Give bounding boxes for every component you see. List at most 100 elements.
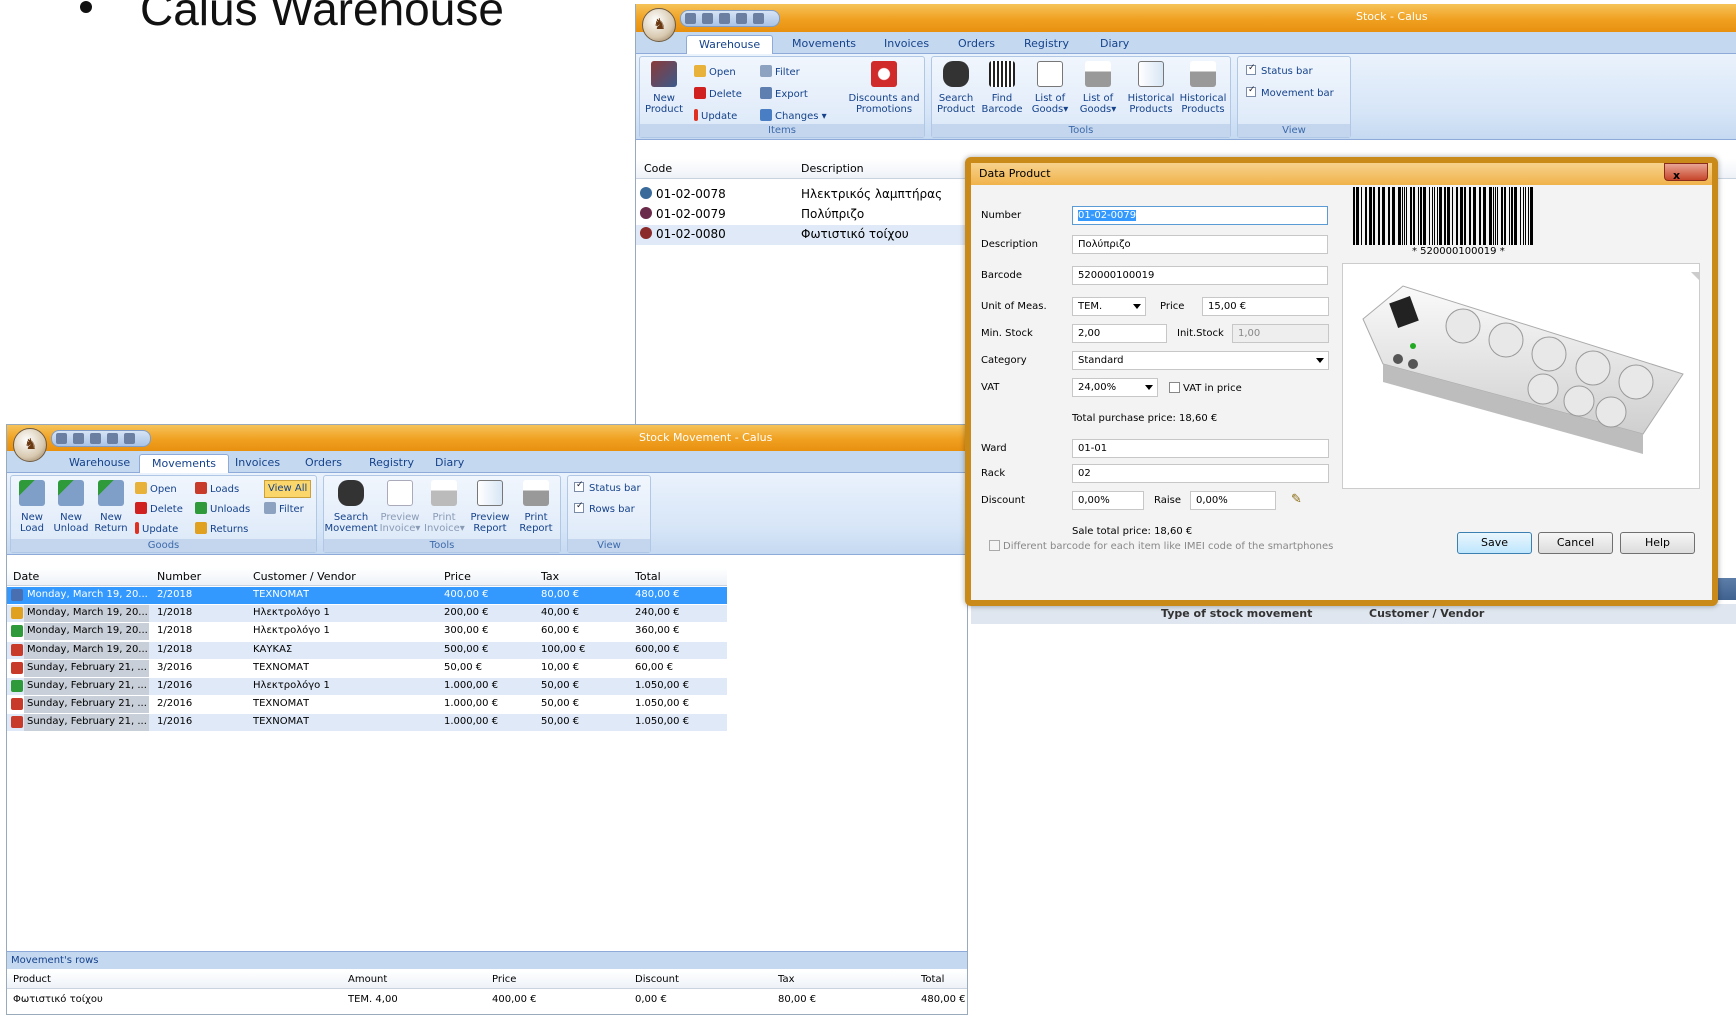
column-discount[interactable]: Discount: [635, 974, 679, 985]
table-row[interactable]: Monday, March 19, 20... 1/2018 Ηλεκτρολόγο…: [7, 605, 727, 623]
delete-button[interactable]: Delete: [694, 87, 742, 102]
quick-access-toolbar[interactable]: [51, 430, 151, 447]
raise-field[interactable]: 0,00%: [1190, 491, 1276, 510]
unloads-button[interactable]: Unloads: [195, 502, 250, 517]
tab-registry[interactable]: Registry: [1012, 35, 1081, 54]
table-row[interactable]: Monday, March 19, 20... 1/2018 ΚΑΥΚΑΣ 500,0…: [7, 641, 727, 659]
column-product[interactable]: Product: [13, 974, 51, 985]
tab-movements[interactable]: Movements: [780, 35, 868, 54]
vat-in-price-checkbox[interactable]: VAT in price: [1169, 382, 1242, 394]
vat-select[interactable]: 24,00%: [1072, 378, 1158, 397]
column-tax[interactable]: Tax: [778, 974, 795, 985]
imei-checkbox[interactable]: Different barcode for each item like IME…: [989, 540, 1333, 552]
app-menu-orb[interactable]: ♞: [13, 428, 47, 462]
quick-access-toolbar[interactable]: [680, 10, 780, 27]
column-price[interactable]: Price: [492, 974, 516, 985]
column-customer-vendor[interactable]: Customer / Vendor: [1369, 607, 1484, 620]
table-row[interactable]: Monday, March 19, 20... 1/2018 Ηλεκτρολόγο…: [7, 623, 727, 641]
min-stock-field[interactable]: 2,00: [1072, 324, 1167, 343]
find-barcode-button[interactable]: Find Barcode: [980, 61, 1024, 115]
loads-button[interactable]: Loads: [195, 482, 239, 497]
description-field[interactable]: Πολύπριζο: [1072, 235, 1328, 254]
tab-orders[interactable]: Orders: [946, 35, 1007, 54]
historical-products-print-button[interactable]: Historical Products: [1178, 61, 1228, 115]
category-select[interactable]: Standard: [1072, 351, 1329, 370]
returns-button[interactable]: Returns: [195, 522, 248, 537]
barcode-field[interactable]: 520000100019: [1072, 266, 1328, 285]
tab-diary[interactable]: Diary: [1088, 35, 1141, 54]
product-row[interactable]: 01-02-0080 Φωτιστικό τοίχου: [636, 225, 966, 245]
tab-orders[interactable]: Orders: [293, 454, 354, 473]
delete-button[interactable]: Delete: [135, 502, 183, 517]
list-of-goods-button[interactable]: List of Goods▾: [1028, 61, 1072, 115]
column-total[interactable]: Total: [635, 570, 661, 583]
update-button[interactable]: Update: [694, 109, 737, 124]
save-button[interactable]: Save: [1457, 532, 1532, 554]
historical-products-button[interactable]: Historical Products: [1126, 61, 1176, 115]
column-type-of-movement[interactable]: Type of stock movement: [1161, 607, 1312, 620]
update-button[interactable]: Update: [135, 522, 178, 537]
ribbon-tabs: Warehouse Movements Invoices Orders Regi…: [636, 32, 1736, 54]
preview-invoice-button[interactable]: Preview Invoice▾: [378, 480, 422, 534]
pencil-icon[interactable]: ✎: [1291, 492, 1302, 507]
new-product-button[interactable]: New Product: [644, 61, 684, 115]
tab-diary[interactable]: Diary: [423, 454, 476, 473]
column-total[interactable]: Total: [921, 974, 944, 985]
search-product-button[interactable]: Search Product: [934, 61, 978, 115]
discount-field[interactable]: 0,00%: [1072, 491, 1144, 510]
table-row[interactable]: Sunday, February 21, ... 3/2016 ΤΕΧΝΟΜΑΤ 50…: [7, 659, 727, 677]
ward-field[interactable]: 01-01: [1072, 439, 1329, 458]
discounts-button[interactable]: Discounts and Promotions: [844, 61, 924, 115]
tab-warehouse[interactable]: Warehouse: [57, 454, 142, 473]
rack-field[interactable]: 02: [1072, 464, 1329, 483]
price-field[interactable]: 15,00 €: [1202, 297, 1329, 316]
product-row[interactable]: 01-02-0078 Ηλεκτρικός λαμπτήρας: [636, 185, 966, 205]
open-button[interactable]: Open: [694, 65, 736, 80]
new-return-button[interactable]: New Return: [91, 480, 131, 534]
product-icon: [640, 187, 652, 199]
product-row[interactable]: 01-02-0079 Πολύπριζο: [636, 205, 966, 225]
status-bar-checkbox[interactable]: Status bar: [1246, 63, 1313, 77]
help-button[interactable]: Help: [1620, 532, 1695, 554]
filter-button[interactable]: Filter: [264, 502, 304, 517]
column-tax[interactable]: Tax: [541, 570, 559, 583]
column-customer-vendor[interactable]: Customer / Vendor: [253, 570, 356, 583]
number-field[interactable]: 01-02-0079: [1072, 206, 1328, 225]
cell-date: Monday, March 19, 20...: [27, 625, 148, 637]
new-load-button[interactable]: New Load: [13, 480, 51, 534]
new-unload-button[interactable]: New Unload: [51, 480, 91, 534]
table-row[interactable]: Sunday, February 21, ... 1/2016 ΤΕΧΝΟΜΑΤ 1.…: [7, 714, 727, 732]
table-row[interactable]: Sunday, February 21, ... 1/2016 Ηλεκτρολόγ…: [7, 678, 727, 695]
search-movement-button[interactable]: Search Movement: [324, 480, 378, 534]
column-code[interactable]: Code: [644, 162, 672, 175]
changes-button[interactable]: Changes ▾: [760, 109, 827, 124]
column-amount[interactable]: Amount: [348, 974, 387, 985]
unit-select[interactable]: TEM.: [1072, 297, 1146, 316]
tab-invoices[interactable]: Invoices: [223, 454, 292, 473]
column-price[interactable]: Price: [444, 570, 471, 583]
app-menu-orb[interactable]: ♞: [642, 8, 676, 42]
print-invoice-button[interactable]: Print Invoice▾: [424, 480, 465, 534]
movement-row-item[interactable]: Φωτιστικό τοίχου TEM. 4,00 400,00 € 0,00…: [7, 991, 967, 1009]
close-button[interactable]: x: [1664, 163, 1708, 182]
export-button[interactable]: Export: [760, 87, 808, 102]
tab-invoices[interactable]: Invoices: [872, 35, 941, 54]
preview-report-button[interactable]: Preview Report: [468, 480, 512, 534]
view-all-button[interactable]: View All: [264, 480, 312, 498]
tab-movements[interactable]: Movements: [139, 454, 229, 473]
cancel-button[interactable]: Cancel: [1538, 532, 1613, 554]
rows-bar-checkbox[interactable]: Rows bar: [574, 501, 635, 515]
open-button[interactable]: Open: [135, 482, 177, 497]
tab-registry[interactable]: Registry: [357, 454, 426, 473]
filter-button[interactable]: Filter: [760, 65, 800, 80]
column-date[interactable]: Date: [13, 570, 39, 583]
status-bar-checkbox[interactable]: Status bar: [574, 480, 641, 494]
print-report-button[interactable]: Print Report: [514, 480, 558, 534]
column-number[interactable]: Number: [157, 570, 201, 583]
column-description[interactable]: Description: [801, 162, 864, 175]
table-row[interactable]: Sunday, February 21, ... 2/2016 ΤΕΧΝΟΜΑΤ 1.…: [7, 696, 727, 714]
movement-bar-checkbox[interactable]: Movement bar: [1246, 85, 1334, 99]
table-row[interactable]: Monday, March 19, 20... 2/2018 ΤΕΧΝΟΜΑΤ 400…: [7, 587, 727, 604]
list-of-goods-print-button[interactable]: List of Goods▾: [1076, 61, 1120, 115]
tab-warehouse[interactable]: Warehouse: [686, 35, 774, 54]
